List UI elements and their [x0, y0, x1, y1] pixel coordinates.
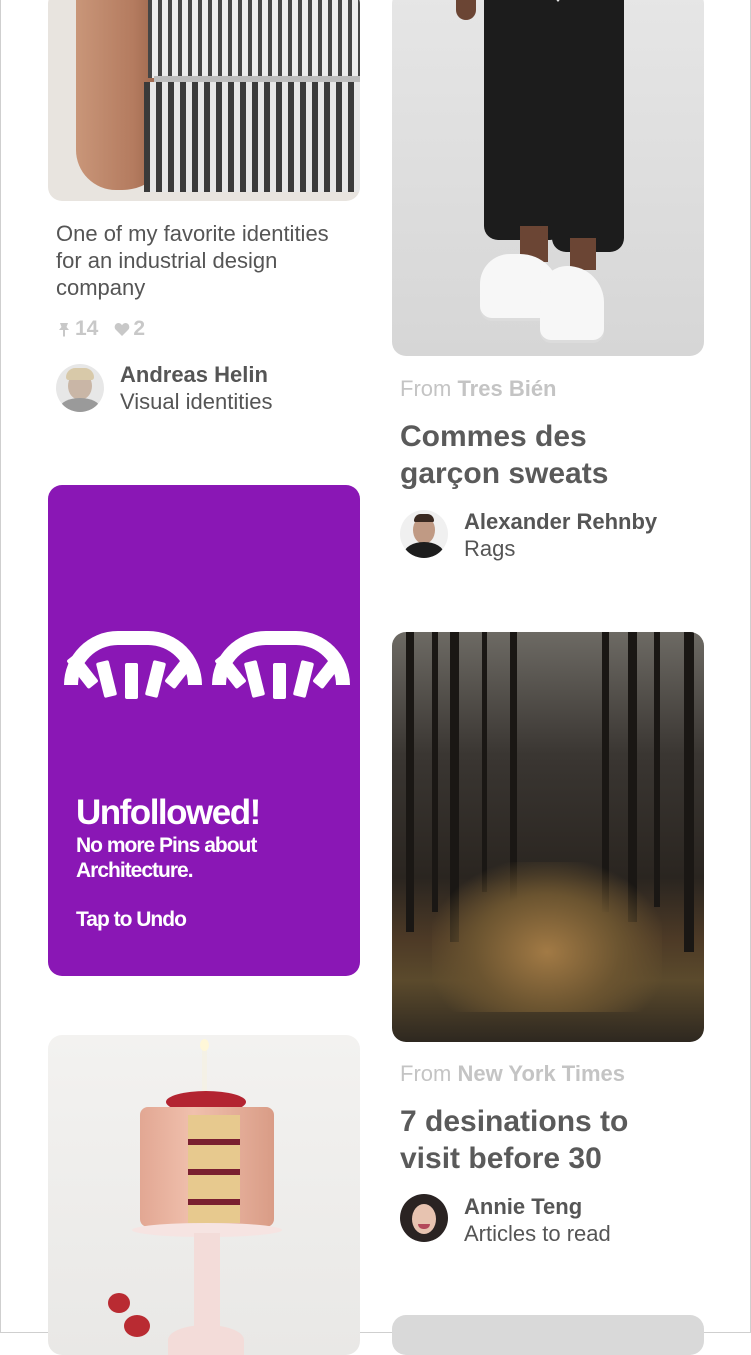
- pin-source[interactable]: From Tres Bién: [400, 376, 557, 402]
- forest-path-shape: [432, 862, 662, 1012]
- pin-image-sweats[interactable]: [392, 0, 704, 356]
- pin-title[interactable]: 7 desinations to visit before 30: [400, 1103, 650, 1177]
- pinner-name[interactable]: Andreas Helin: [120, 362, 268, 388]
- from-label: From: [400, 376, 452, 401]
- from-label: From: [400, 1061, 452, 1086]
- pinner-name[interactable]: Annie Teng: [464, 1194, 582, 1220]
- right-leg-shape: [552, 0, 624, 252]
- unfollowed-card[interactable]: Unfollowed! No more Pins about Architect…: [48, 485, 360, 976]
- pin-icon: [59, 323, 69, 337]
- pin-stats: 14 2: [56, 316, 145, 342]
- avatar-annie-teng[interactable]: [400, 1194, 448, 1242]
- hand-shape: [456, 0, 476, 20]
- board-name[interactable]: Rags: [464, 536, 515, 562]
- pin-image-forest[interactable]: [392, 632, 704, 1042]
- avatar-alexander-rehnby[interactable]: [400, 510, 448, 558]
- like-count: 2: [133, 317, 146, 340]
- avatar-andreas-helin[interactable]: [56, 364, 104, 412]
- unfollowed-message: No more Pins about Architecture.: [76, 834, 257, 882]
- pin-image-cake[interactable]: [48, 1035, 360, 1355]
- pin-image-striped-dress[interactable]: [48, 0, 360, 201]
- repin-count: 14: [75, 317, 99, 340]
- like-stat[interactable]: 2: [114, 317, 145, 341]
- repin-stat[interactable]: 14: [56, 317, 98, 341]
- unfollowed-heading: Unfollowed!: [76, 793, 261, 832]
- pin-title[interactable]: Commes des garçon sweats: [400, 418, 660, 492]
- board-name[interactable]: Visual identities: [120, 389, 272, 415]
- pinner-name[interactable]: Alexander Rehnby: [464, 509, 657, 535]
- pin-description[interactable]: One of my favorite identities for an ind…: [56, 220, 341, 301]
- pin-image-next[interactable]: [392, 1315, 704, 1355]
- dress-top-shape: [148, 0, 360, 78]
- board-name[interactable]: Articles to read: [464, 1221, 611, 1247]
- dress-skirt-shape: [144, 82, 360, 192]
- tap-to-undo-button[interactable]: Tap to Undo: [76, 908, 187, 932]
- pin-source[interactable]: From New York Times: [400, 1061, 625, 1087]
- source-name: Tres Bién: [457, 376, 557, 401]
- heart-icon: [115, 322, 130, 336]
- source-name: New York Times: [457, 1061, 625, 1086]
- ankle-right: [570, 238, 596, 270]
- right-shoe-shape: [540, 266, 604, 340]
